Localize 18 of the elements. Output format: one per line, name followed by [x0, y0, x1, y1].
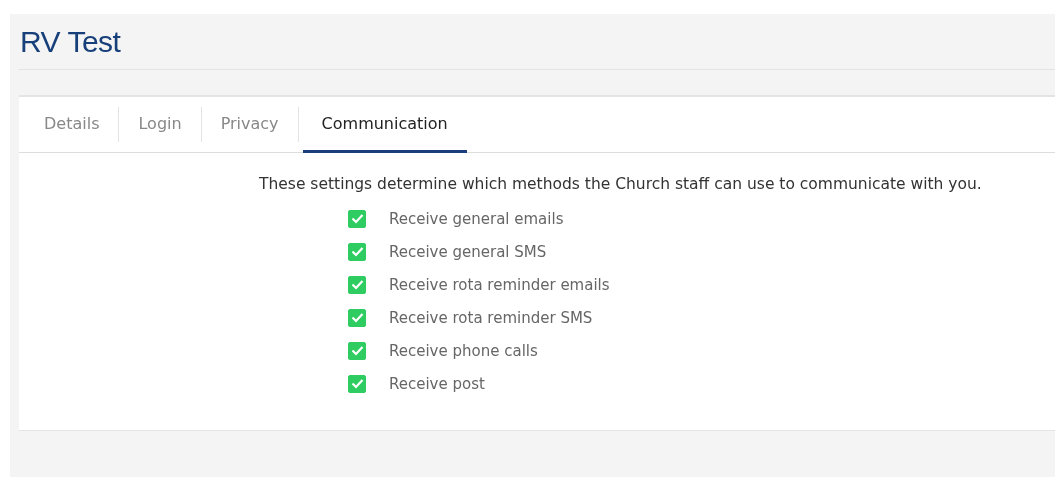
description-text: These settings determine which methods the Church staff can use to communicate with you. — [259, 175, 983, 193]
checkbox-label: Receive rota reminder SMS — [389, 308, 593, 327]
checkbox[interactable] — [348, 374, 366, 393]
checkbox-label: Receive post — [389, 374, 485, 393]
tab[interactable]: Details — [25, 97, 119, 153]
tab[interactable]: Communication — [302, 97, 467, 153]
checkbox-label: Receive rota reminder emails — [389, 275, 610, 294]
checkbox[interactable] — [348, 341, 366, 360]
checkbox[interactable] — [348, 209, 366, 228]
checkbox-label: Receive phone calls — [389, 341, 538, 360]
checkbox[interactable] — [348, 242, 366, 261]
page-title: RV Test — [20, 24, 121, 59]
checkbox-label: Receive general SMS — [389, 242, 547, 261]
tab[interactable]: Privacy — [201, 97, 298, 153]
checkbox[interactable] — [348, 275, 366, 294]
checkbox-label: Receive general emails — [389, 209, 564, 228]
tab[interactable]: Login — [119, 97, 201, 153]
checkbox[interactable] — [348, 308, 366, 327]
